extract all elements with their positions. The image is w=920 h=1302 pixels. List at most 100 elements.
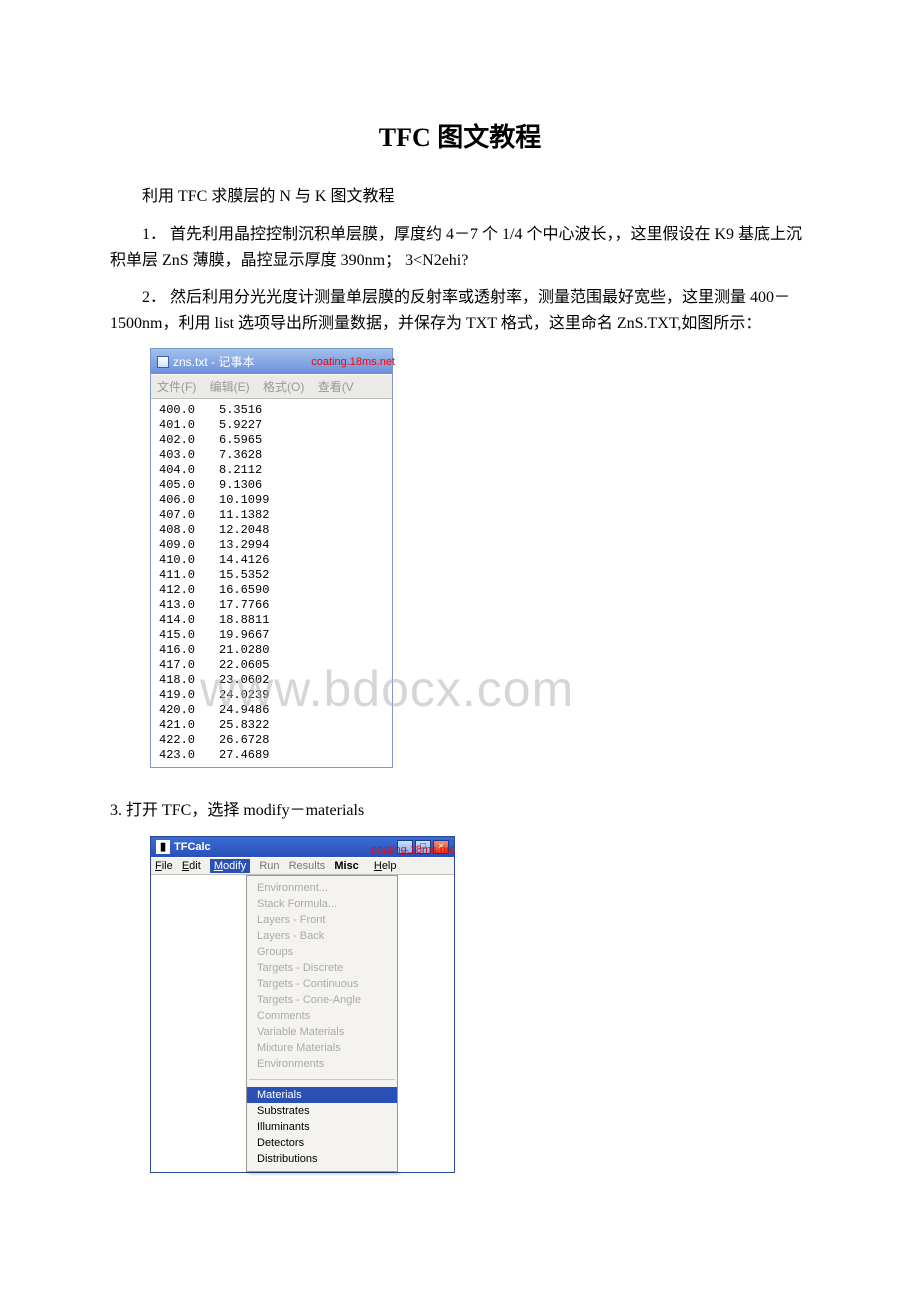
notepad-menu-format[interactable]: 格式(O): [263, 380, 304, 394]
measurement-value: 8.2112: [219, 463, 262, 478]
measurement-value: 5.3516: [219, 403, 262, 418]
data-row: 421.025.8322: [159, 718, 384, 733]
data-row: 416.021.0280: [159, 643, 384, 658]
watermark-site-2: coating.18ms.net: [150, 844, 455, 856]
data-row: 413.017.7766: [159, 598, 384, 613]
paragraph-step1: 1． 首先利用晶控控制沉积单层膜，厚度约 4－7 个 1/4 个中心波长，，这里…: [110, 222, 810, 273]
data-row: 409.013.2994: [159, 538, 384, 553]
dropdown-item[interactable]: Stack Formula...: [247, 896, 397, 912]
data-row: 414.018.8811: [159, 613, 384, 628]
dropdown-item[interactable]: Substrates: [247, 1103, 397, 1119]
tfcalc-body-right: [398, 875, 454, 1172]
measurement-value: 21.0280: [219, 643, 269, 658]
measurement-value: 24.0239: [219, 688, 269, 703]
dropdown-item[interactable]: Targets - Discrete: [247, 960, 397, 976]
menu-misc[interactable]: Misc: [334, 860, 358, 872]
wavelength-value: 413.0: [159, 598, 219, 613]
data-row: 407.011.1382: [159, 508, 384, 523]
modify-dropdown: Environment...Stack Formula...Layers - F…: [246, 875, 398, 1172]
measurement-value: 6.5965: [219, 433, 262, 448]
notepad-menu-edit[interactable]: 编辑(E): [210, 380, 250, 394]
measurement-value: 16.6590: [219, 583, 269, 598]
measurement-value: 24.9486: [219, 703, 269, 718]
data-row: 417.022.0605: [159, 658, 384, 673]
dropdown-item[interactable]: Targets - Continuous: [247, 976, 397, 992]
wavelength-value: 417.0: [159, 658, 219, 673]
data-row: 418.023.0602: [159, 673, 384, 688]
dropdown-item[interactable]: Targets - Cone-Angle: [247, 992, 397, 1008]
wavelength-value: 416.0: [159, 643, 219, 658]
measurement-value: 17.7766: [219, 598, 269, 613]
wavelength-value: 407.0: [159, 508, 219, 523]
measurement-value: 18.8811: [219, 613, 269, 628]
wavelength-value: 410.0: [159, 553, 219, 568]
watermark-site: coating.18ms.net: [150, 356, 395, 368]
measurement-value: 19.9667: [219, 628, 269, 643]
wavelength-value: 423.0: [159, 748, 219, 763]
data-row: 415.019.9667: [159, 628, 384, 643]
data-row: 406.010.1099: [159, 493, 384, 508]
data-row: 405.09.1306: [159, 478, 384, 493]
dropdown-item[interactable]: Distributions: [247, 1151, 397, 1167]
menu-file[interactable]: File: [155, 860, 173, 872]
measurement-value: 11.1382: [219, 508, 269, 523]
measurement-value: 9.1306: [219, 478, 262, 493]
measurement-value: 27.4689: [219, 748, 269, 763]
dropdown-item[interactable]: Layers - Front: [247, 912, 397, 928]
tfcalc-menubar: File Edit Modify Run Results Misc Help: [151, 857, 454, 875]
wavelength-value: 412.0: [159, 583, 219, 598]
wavelength-value: 421.0: [159, 718, 219, 733]
dropdown-item[interactable]: Environment...: [247, 880, 397, 896]
data-row: 420.024.9486: [159, 703, 384, 718]
dropdown-item[interactable]: Variable Materials: [247, 1024, 397, 1040]
menu-edit[interactable]: Edit: [182, 860, 201, 872]
wavelength-value: 422.0: [159, 733, 219, 748]
page-title: TFC 图文教程: [110, 117, 810, 154]
dropdown-item[interactable]: Illuminants: [247, 1119, 397, 1135]
dropdown-item[interactable]: Materials: [247, 1087, 397, 1103]
dropdown-separator: [249, 1079, 395, 1080]
measurement-value: 15.5352: [219, 568, 269, 583]
dropdown-item[interactable]: Detectors: [247, 1135, 397, 1151]
notepad-screenshot: coating.18ms.net zns.txt - 记事本 文件(F) 编辑(…: [150, 348, 393, 768]
wavelength-value: 420.0: [159, 703, 219, 718]
data-row: 408.012.2048: [159, 523, 384, 538]
measurement-value: 26.6728: [219, 733, 269, 748]
wavelength-value: 405.0: [159, 478, 219, 493]
measurement-value: 14.4126: [219, 553, 269, 568]
measurement-value: 23.0602: [219, 673, 269, 688]
wavelength-value: 415.0: [159, 628, 219, 643]
menu-help[interactable]: Help: [374, 860, 397, 872]
dropdown-item[interactable]: Comments: [247, 1008, 397, 1024]
wavelength-value: 403.0: [159, 448, 219, 463]
wavelength-value: 414.0: [159, 613, 219, 628]
menu-modify[interactable]: Modify: [210, 859, 250, 873]
paragraph-step2: 2． 然后利用分光光度计测量单层膜的反射率或透射率，测量范围最好宽些，这里测量 …: [110, 285, 810, 336]
wavelength-value: 402.0: [159, 433, 219, 448]
dropdown-item[interactable]: Groups: [247, 944, 397, 960]
measurement-value: 7.3628: [219, 448, 262, 463]
menu-run[interactable]: Run: [259, 860, 279, 872]
data-row: 412.016.6590: [159, 583, 384, 598]
data-row: 422.026.6728: [159, 733, 384, 748]
notepad-menu-file[interactable]: 文件(F): [157, 380, 196, 394]
measurement-value: 5.9227: [219, 418, 262, 433]
data-row: 403.07.3628: [159, 448, 384, 463]
dropdown-item[interactable]: Mixture Materials: [247, 1040, 397, 1056]
data-row: 419.024.0239: [159, 688, 384, 703]
menu-results[interactable]: Results: [289, 860, 326, 872]
data-row: 411.015.5352: [159, 568, 384, 583]
wavelength-value: 409.0: [159, 538, 219, 553]
dropdown-item[interactable]: Environments: [247, 1056, 397, 1072]
notepad-menu-view[interactable]: 查看(V: [318, 380, 354, 394]
measurement-value: 10.1099: [219, 493, 269, 508]
wavelength-value: 406.0: [159, 493, 219, 508]
wavelength-value: 411.0: [159, 568, 219, 583]
dropdown-item[interactable]: Layers - Back: [247, 928, 397, 944]
data-row: 404.08.2112: [159, 463, 384, 478]
notepad-content: 400.05.3516401.05.9227402.06.5965403.07.…: [151, 399, 392, 767]
wavelength-value: 408.0: [159, 523, 219, 538]
wavelength-value: 419.0: [159, 688, 219, 703]
wavelength-value: 418.0: [159, 673, 219, 688]
notepad-menubar: 文件(F) 编辑(E) 格式(O) 查看(V: [151, 374, 392, 399]
